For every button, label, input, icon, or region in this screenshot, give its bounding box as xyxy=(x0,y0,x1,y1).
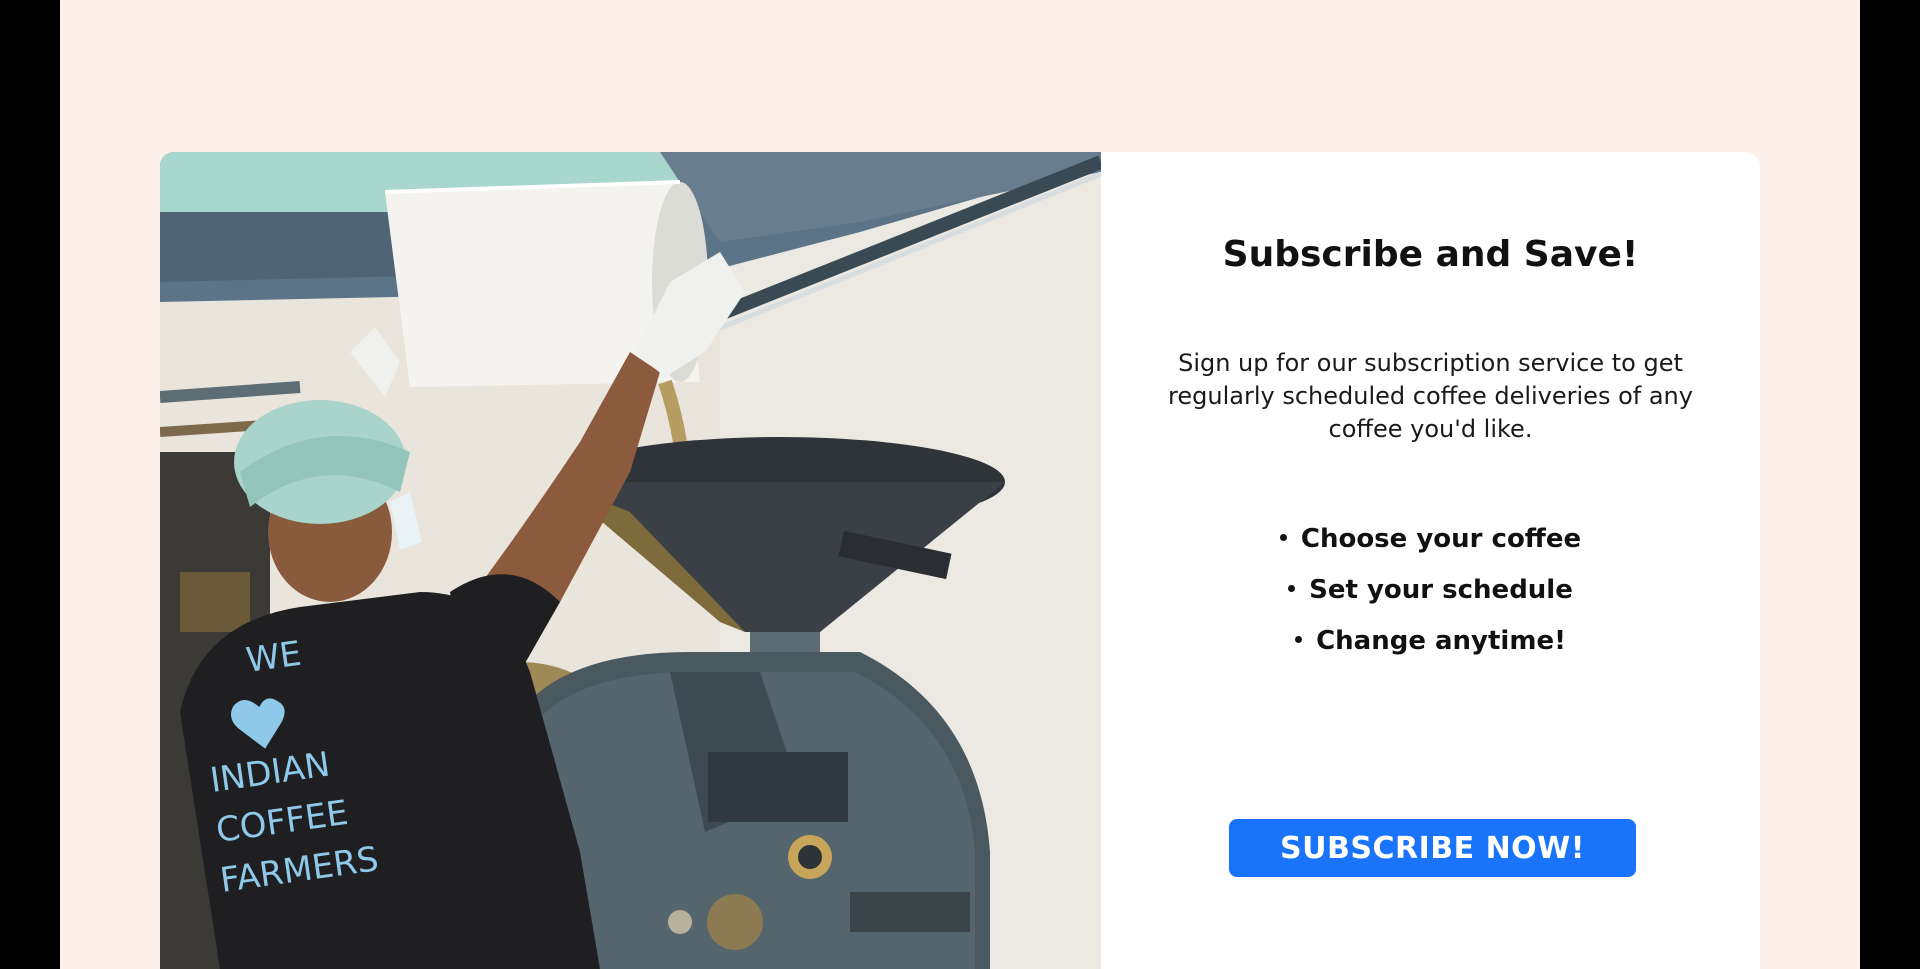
bullet-icon xyxy=(1295,636,1303,643)
feature-item: Change anytime! xyxy=(1101,616,1760,667)
subscription-info-panel: Subscribe and Save! Sign up for our subs… xyxy=(1101,152,1760,969)
bullet-icon xyxy=(1288,585,1296,592)
feature-list: Choose your coffee Set your schedule Cha… xyxy=(1101,514,1760,667)
subscription-title: Subscribe and Save! xyxy=(1222,234,1639,275)
subscribe-now-button[interactable]: SUBSCRIBE NOW! xyxy=(1229,819,1636,877)
feature-label: Set your schedule xyxy=(1309,575,1573,605)
shirt-text-we: WE xyxy=(244,634,304,681)
page-background: WE INDIAN COFFEE FARMERS Subscribe and S… xyxy=(60,0,1860,969)
subscription-description: Sign up for our subscription service to … xyxy=(1168,349,1693,443)
feature-item: Choose your coffee xyxy=(1101,514,1760,565)
feature-item: Set your schedule xyxy=(1101,565,1760,616)
bullet-icon xyxy=(1279,534,1287,541)
feature-label: Choose your coffee xyxy=(1300,524,1582,554)
subscription-card: WE INDIAN COFFEE FARMERS Subscribe and S… xyxy=(160,152,1760,969)
coffee-roasting-photo: WE INDIAN COFFEE FARMERS xyxy=(160,152,1101,969)
feature-label: Change anytime! xyxy=(1316,626,1566,656)
